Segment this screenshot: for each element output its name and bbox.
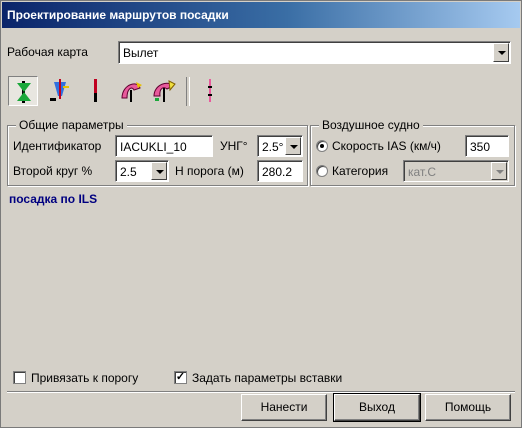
chevron-down-icon[interactable] (285, 137, 301, 155)
second-circle-select[interactable]: 2.5 (115, 160, 169, 182)
tool-missed-approach-button[interactable] (116, 76, 146, 106)
angle-value: 2.5° (262, 140, 284, 154)
threshold-height-value: 280.2 (262, 165, 293, 179)
aircraft-title: Воздушное судно (319, 118, 423, 132)
speed-label[interactable]: Скорость IAS (км/ч) (332, 139, 441, 153)
threshold-height-input[interactable]: 280.2 (257, 160, 303, 182)
identifier-input[interactable]: IACUKLI_10 (115, 135, 213, 157)
category-radio[interactable] (316, 165, 328, 177)
chevron-down-icon[interactable] (493, 43, 509, 62)
bind-threshold-checkbox[interactable] (13, 371, 26, 384)
bind-threshold-label[interactable]: Привязать к порогу (31, 371, 138, 385)
tool-ils-button[interactable] (45, 76, 75, 106)
exit-button[interactable]: Выход (333, 393, 421, 422)
tool-approach-button[interactable] (8, 76, 38, 106)
tool-holding-button[interactable] (149, 76, 179, 106)
missed-approach-icon (121, 82, 142, 102)
title-bar[interactable]: Проектирование маршрутов посадки (2, 2, 520, 28)
speed-radio[interactable] (316, 140, 328, 152)
category-value: кат.C (408, 165, 437, 179)
angle-label: УНГ° (220, 139, 248, 153)
speed-input[interactable]: 350 (465, 135, 509, 157)
window-title: Проектирование маршрутов посадки (7, 8, 229, 22)
ils-localizer-icon (50, 79, 69, 101)
runway-line-icon (94, 79, 97, 102)
identifier-label: Идентификатор (13, 139, 102, 153)
chevron-down-icon[interactable] (491, 162, 507, 180)
insert-params-label[interactable]: Задать параметры вставки (192, 371, 342, 385)
tool-threshold-button[interactable] (195, 76, 225, 106)
threshold-height-label: Н порога (м) (175, 164, 244, 178)
general-params-title: Общие параметры (16, 118, 127, 132)
dialog-window: Проектирование маршрутов посадки Рабочая… (0, 0, 522, 428)
insert-params-checkbox[interactable]: ✓ (174, 371, 187, 384)
threshold-marker-icon (208, 79, 212, 102)
map-select[interactable]: Вылет (118, 41, 511, 64)
mode-text: посадка по ILS (9, 192, 98, 206)
identifier-value: IACUKLI_10 (120, 140, 187, 154)
approach-hourglass-icon (17, 81, 31, 103)
category-select[interactable]: кат.C (403, 160, 509, 182)
tool-runway-button[interactable] (81, 76, 111, 106)
help-button[interactable]: Помощь (425, 394, 511, 421)
second-circle-label: Второй круг % (13, 164, 93, 178)
toolbar-separator (186, 77, 190, 106)
speed-value: 350 (470, 140, 491, 154)
holding-turn-icon (153, 80, 176, 102)
angle-select[interactable]: 2.5° (257, 135, 303, 157)
chevron-down-icon[interactable] (151, 162, 167, 180)
second-circle-value: 2.5 (120, 165, 137, 179)
category-label[interactable]: Категория (332, 164, 388, 178)
map-label: Рабочая карта (7, 45, 88, 59)
map-select-value: Вылет (123, 46, 159, 60)
apply-button[interactable]: Нанести (241, 394, 327, 421)
